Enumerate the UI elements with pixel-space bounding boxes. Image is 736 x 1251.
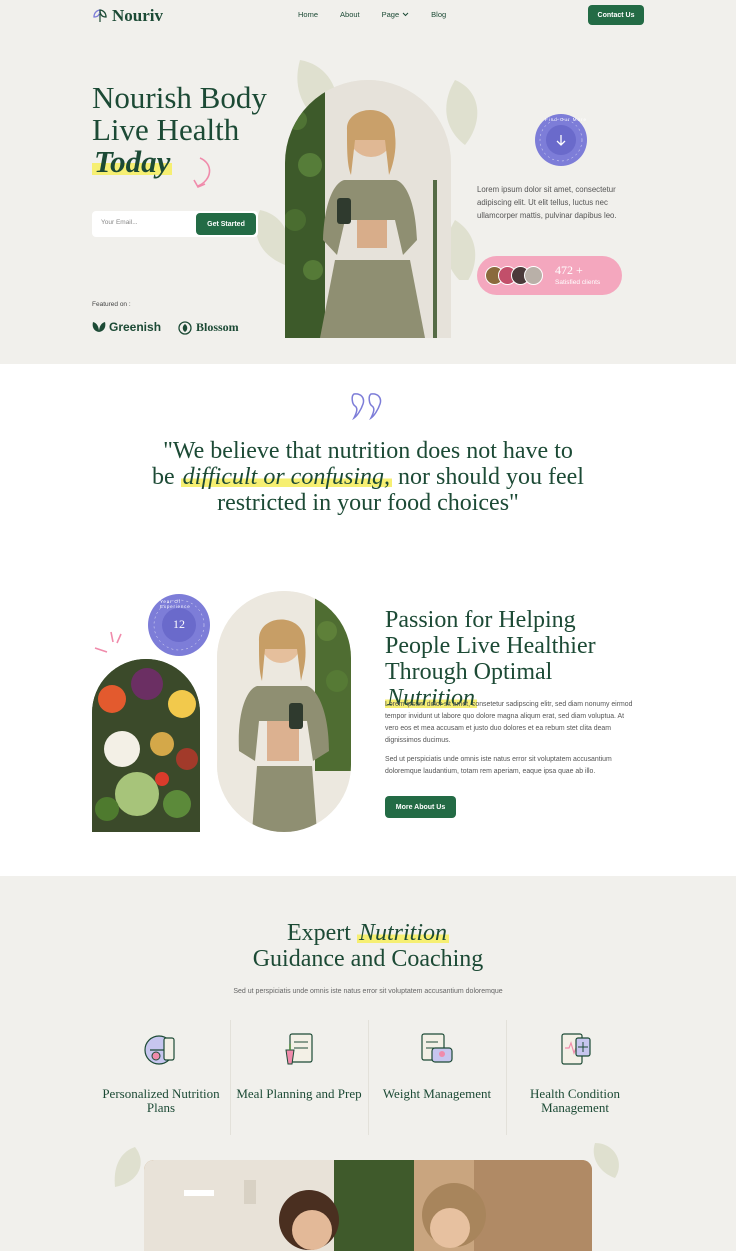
arrow-down-icon [556, 135, 566, 146]
experience-number: 12 [173, 617, 185, 631]
badge-text: Find Our More [545, 117, 588, 122]
top-navigation: Nouriv Home About Page Blog Contact Us [0, 0, 736, 30]
leaf-decoration-icon [593, 1143, 619, 1178]
service-label: Weight Management [382, 1086, 492, 1101]
nav-page[interactable]: Page [382, 10, 410, 19]
quote-section: "We believe that nutrition does not have… [0, 364, 736, 876]
hero-title: Nourish Body Live Health Today [92, 80, 267, 179]
clients-label: Satisfied clients [555, 279, 601, 286]
service-card[interactable]: Health Condition Management [506, 1020, 644, 1135]
get-started-button[interactable]: Get Started [196, 213, 256, 235]
brand-logo[interactable]: Nouriv [92, 6, 163, 26]
services-title-part2: Guidance and Coaching [252, 946, 484, 972]
service-card[interactable]: Weight Management [368, 1020, 506, 1135]
experience-text: Year Of Experience [160, 599, 191, 609]
hero-title-line1: Nourish Body [92, 80, 267, 115]
hero-title-line2: Live Health [92, 112, 240, 147]
hero-title-highlight: Today [92, 144, 173, 179]
chevron-down-icon [402, 12, 409, 17]
about-woman-photo [217, 591, 351, 832]
nav-page-label: Page [381, 10, 400, 19]
service-label: Personalized Nutrition Plans [102, 1086, 220, 1115]
email-input[interactable]: Your Email... [101, 219, 138, 226]
brand-name: Nouriv [112, 6, 163, 25]
coaching-photo [144, 1160, 592, 1251]
nav-links: Home About Page Blog [298, 10, 446, 19]
curved-arrow-icon [193, 157, 211, 189]
featured-label: Featured on : [92, 301, 131, 308]
about-title-text: Passion for Helping People Live Healthie… [385, 607, 596, 685]
coaching-photo-illustration [144, 1160, 592, 1251]
health-condition-icon [561, 1033, 591, 1065]
hero-photo-illustration [285, 80, 451, 338]
services-title-part1: Expert [286, 920, 351, 946]
email-signup-form: Your Email... Get Started [92, 211, 258, 237]
sparkle-icon [94, 631, 122, 653]
weight-management-icon [421, 1033, 453, 1063]
vegetables-illustration [92, 659, 200, 832]
blossom-name: Blossom [196, 320, 239, 334]
experience-badge: 12 Year Of Experience [148, 594, 210, 656]
quote-icon [351, 393, 382, 420]
quote-text: "We believe that nutrition does not have… [150, 438, 586, 516]
about-paragraph-1: Lorem ipsum dolor sit amet, consetetur s… [385, 701, 633, 744]
nav-blog[interactable]: Blog [431, 10, 446, 19]
about-title: Passion for Helping People Live Healthie… [385, 607, 645, 711]
nav-home[interactable]: Home [298, 10, 318, 19]
about-paragraph-2: Sed ut perspiciatis unde omnis iste natu… [385, 756, 612, 775]
services-title: Expert Nutrition Guidance and Coaching [0, 920, 736, 972]
hero-description: Lorem ipsum dolor sit amet, consectetur … [477, 185, 617, 220]
nav-about[interactable]: About [340, 10, 360, 19]
quote-highlight: difficult or confusing, [180, 464, 392, 490]
services-title-highlight: Nutrition [356, 920, 449, 946]
leaf-logo-icon [93, 9, 107, 22]
blossom-brand: Blossom [177, 320, 239, 335]
vegetables-photo [92, 659, 200, 832]
greenish-brand: Greenish [92, 320, 161, 334]
greenish-logo-icon [92, 322, 106, 332]
service-card[interactable]: Meal Planning and Prep [230, 1020, 368, 1135]
meal-planning-icon [285, 1033, 313, 1065]
hero-section: Nourish Body Live Health Today Your Emai… [0, 30, 736, 364]
service-card[interactable]: Personalized Nutrition Plans [92, 1020, 230, 1135]
service-label: Health Condition Management [530, 1086, 620, 1115]
blossom-logo-icon [178, 320, 192, 335]
avatar [524, 266, 543, 285]
services-subtitle: Sed ut perspiciatis unde omnis iste natu… [233, 988, 503, 995]
services-section: Expert Nutrition Guidance and Coaching S… [0, 876, 736, 1251]
greenish-name: Greenish [109, 320, 162, 334]
satisfied-clients-pill: 472 + Satisfied clients [477, 256, 622, 295]
about-photo-illustration [217, 591, 351, 832]
find-out-more-badge[interactable]: Find Our More [535, 114, 587, 166]
nutrition-plan-icon [144, 1035, 175, 1065]
clients-count: 472 + [555, 263, 583, 277]
hero-woman-photo [285, 80, 451, 338]
service-label: Meal Planning and Prep [236, 1086, 362, 1101]
contact-button[interactable]: Contact Us [588, 5, 644, 25]
more-about-us-button[interactable]: More About Us [385, 796, 456, 818]
